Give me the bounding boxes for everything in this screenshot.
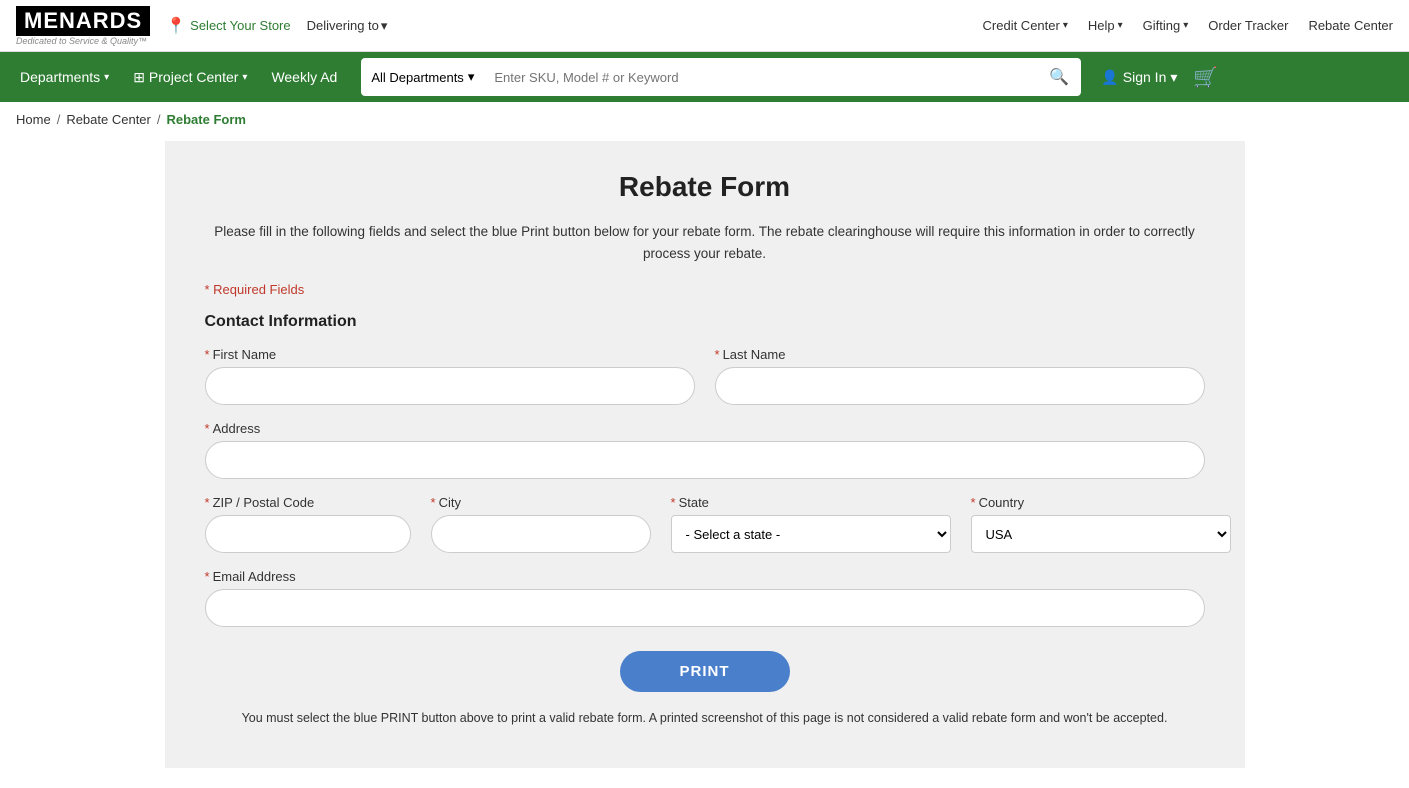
breadcrumb-home[interactable]: Home xyxy=(16,112,51,127)
search-icon: 🔍 xyxy=(1049,69,1069,86)
address-group: *Address xyxy=(205,421,1205,479)
delivering-to[interactable]: Delivering to ▾ xyxy=(307,18,388,34)
zip-input[interactable] xyxy=(205,515,411,553)
state-label: *State xyxy=(671,495,951,510)
print-button[interactable]: PRINT xyxy=(620,651,790,692)
chevron-down-icon: ▾ xyxy=(381,18,388,34)
form-title: Rebate Form xyxy=(205,171,1205,203)
state-select[interactable]: - Select a state - Alabama Alaska Arizon… xyxy=(671,515,951,553)
chevron-down-icon: ▾ xyxy=(1183,20,1188,31)
project-center-nav[interactable]: ⊞ Project Center ▾ xyxy=(125,52,255,102)
chevron-down-icon: ▾ xyxy=(1170,69,1177,86)
brand-tagline: Dedicated to Service & Quality™ xyxy=(16,36,147,46)
grid-icon: ⊞ xyxy=(133,69,145,86)
credit-center-link[interactable]: Credit Center ▾ xyxy=(983,18,1068,33)
chevron-down-icon: ▾ xyxy=(1063,20,1068,31)
email-input[interactable] xyxy=(205,589,1205,627)
address-row: *Address xyxy=(205,421,1205,479)
breadcrumb-rebate-center[interactable]: Rebate Center xyxy=(66,112,151,127)
rebate-form-container: Rebate Form Please fill in the following… xyxy=(165,141,1245,768)
city-label: *City xyxy=(431,495,651,510)
departments-nav[interactable]: Departments ▾ xyxy=(12,52,117,102)
print-note-text: You must select the blue PRINT button ab… xyxy=(242,711,1168,725)
breadcrumb-separator: / xyxy=(57,112,61,127)
top-bar: MENARDS Dedicated to Service & Quality™ … xyxy=(0,0,1409,52)
cart-button[interactable]: 🛒 xyxy=(1193,65,1218,90)
last-name-group: *Last Name xyxy=(715,347,1205,405)
brand-name: MENARDS xyxy=(16,6,150,36)
breadcrumb-current: Rebate Form xyxy=(167,112,246,127)
zip-group: *ZIP / Postal Code xyxy=(205,495,411,553)
logo: MENARDS Dedicated to Service & Quality™ xyxy=(16,6,150,46)
address-input[interactable] xyxy=(205,441,1205,479)
sign-in-button[interactable]: 👤 Sign In ▾ xyxy=(1101,69,1177,86)
weekly-ad-nav[interactable]: Weekly Ad xyxy=(263,52,345,102)
delivering-label: Delivering to xyxy=(307,18,379,33)
first-name-label: *First Name xyxy=(205,347,695,362)
user-icon: 👤 xyxy=(1101,69,1118,86)
state-group: *State - Select a state - Alabama Alaska… xyxy=(671,495,951,553)
chevron-down-icon: ▾ xyxy=(468,69,475,85)
city-group: *City xyxy=(431,495,651,553)
last-name-label: *Last Name xyxy=(715,347,1205,362)
country-group: *Country USA Canada xyxy=(971,495,1231,553)
weekly-ad-label: Weekly Ad xyxy=(271,69,337,85)
sign-in-label: Sign In xyxy=(1123,69,1167,85)
green-nav-bar: Departments ▾ ⊞ Project Center ▾ Weekly … xyxy=(0,52,1409,102)
gifting-link[interactable]: Gifting ▾ xyxy=(1143,18,1189,33)
store-selector-label: Select Your Store xyxy=(190,18,290,33)
first-name-input[interactable] xyxy=(205,367,695,405)
project-center-label: Project Center xyxy=(149,69,238,85)
contact-info-title: Contact Information xyxy=(205,313,1205,331)
required-fields-note: * Required Fields xyxy=(205,282,1205,297)
email-label: *Email Address xyxy=(205,569,1205,584)
chevron-down-icon: ▾ xyxy=(242,72,247,83)
search-category-dropdown[interactable]: All Departments ▾ xyxy=(361,58,484,96)
location-row: *ZIP / Postal Code *City *State - Select… xyxy=(205,495,1205,553)
search-category-label: All Departments xyxy=(371,70,463,85)
country-label: *Country xyxy=(971,495,1231,510)
help-link[interactable]: Help ▾ xyxy=(1088,18,1123,33)
email-group: *Email Address xyxy=(205,569,1205,627)
zip-label: *ZIP / Postal Code xyxy=(205,495,411,510)
chevron-down-icon: ▾ xyxy=(1118,20,1123,31)
country-select[interactable]: USA Canada xyxy=(971,515,1231,553)
email-row: *Email Address xyxy=(205,569,1205,627)
chevron-down-icon: ▾ xyxy=(104,72,109,83)
search-container: All Departments ▾ 🔍 xyxy=(361,58,1081,96)
rebate-center-link[interactable]: Rebate Center xyxy=(1308,18,1393,33)
address-label: *Address xyxy=(205,421,1205,436)
location-pin-icon: 📍 xyxy=(166,16,186,36)
departments-label: Departments xyxy=(20,69,100,85)
breadcrumb: Home / Rebate Center / Rebate Form xyxy=(0,102,1409,137)
name-row: *First Name *Last Name xyxy=(205,347,1205,405)
store-selector[interactable]: 📍 Select Your Store xyxy=(166,16,290,36)
city-input[interactable] xyxy=(431,515,651,553)
top-right-nav: Credit Center ▾ Help ▾ Gifting ▾ Order T… xyxy=(983,18,1393,33)
last-name-input[interactable] xyxy=(715,367,1205,405)
search-button[interactable]: 🔍 xyxy=(1037,58,1081,96)
breadcrumb-separator: / xyxy=(157,112,161,127)
form-description: Please fill in the following fields and … xyxy=(205,221,1205,264)
order-tracker-link[interactable]: Order Tracker xyxy=(1208,18,1288,33)
first-name-group: *First Name xyxy=(205,347,695,405)
search-input[interactable] xyxy=(484,58,1037,96)
print-note: You must select the blue PRINT button ab… xyxy=(205,708,1205,728)
